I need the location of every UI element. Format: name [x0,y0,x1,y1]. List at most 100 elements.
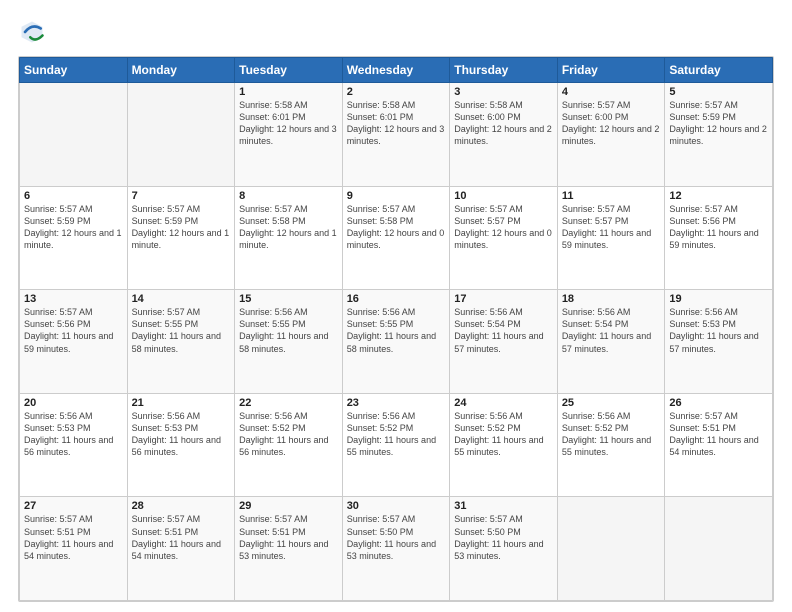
day-info: Sunrise: 5:57 AM Sunset: 5:57 PM Dayligh… [454,203,553,252]
day-number: 25 [562,397,661,409]
header-row: SundayMondayTuesdayWednesdayThursdayFrid… [20,58,773,83]
day-cell: 10Sunrise: 5:57 AM Sunset: 5:57 PM Dayli… [450,186,558,290]
col-header-sunday: Sunday [20,58,128,83]
day-number: 12 [669,190,768,202]
col-header-tuesday: Tuesday [235,58,343,83]
day-cell: 20Sunrise: 5:56 AM Sunset: 5:53 PM Dayli… [20,393,128,497]
day-number: 31 [454,500,553,512]
col-header-monday: Monday [127,58,235,83]
day-info: Sunrise: 5:57 AM Sunset: 5:58 PM Dayligh… [347,203,446,252]
col-header-friday: Friday [557,58,665,83]
day-cell: 22Sunrise: 5:56 AM Sunset: 5:52 PM Dayli… [235,393,343,497]
day-number: 15 [239,293,338,305]
day-cell: 24Sunrise: 5:56 AM Sunset: 5:52 PM Dayli… [450,393,558,497]
day-number: 8 [239,190,338,202]
day-cell [127,83,235,187]
day-info: Sunrise: 5:56 AM Sunset: 5:52 PM Dayligh… [562,410,661,459]
day-number: 27 [24,500,123,512]
day-cell: 21Sunrise: 5:56 AM Sunset: 5:53 PM Dayli… [127,393,235,497]
header [18,18,774,46]
day-info: Sunrise: 5:57 AM Sunset: 6:00 PM Dayligh… [562,99,661,148]
day-cell: 15Sunrise: 5:56 AM Sunset: 5:55 PM Dayli… [235,290,343,394]
day-cell: 17Sunrise: 5:56 AM Sunset: 5:54 PM Dayli… [450,290,558,394]
week-row-3: 13Sunrise: 5:57 AM Sunset: 5:56 PM Dayli… [20,290,773,394]
day-number: 10 [454,190,553,202]
day-number: 3 [454,86,553,98]
day-info: Sunrise: 5:57 AM Sunset: 5:51 PM Dayligh… [24,513,123,562]
day-number: 23 [347,397,446,409]
day-cell [665,497,773,601]
day-info: Sunrise: 5:56 AM Sunset: 5:52 PM Dayligh… [454,410,553,459]
day-cell: 8Sunrise: 5:57 AM Sunset: 5:58 PM Daylig… [235,186,343,290]
day-number: 17 [454,293,553,305]
day-number: 13 [24,293,123,305]
logo [18,18,50,46]
day-number: 16 [347,293,446,305]
day-number: 7 [132,190,231,202]
day-number: 30 [347,500,446,512]
week-row-1: 1Sunrise: 5:58 AM Sunset: 6:01 PM Daylig… [20,83,773,187]
day-info: Sunrise: 5:56 AM Sunset: 5:53 PM Dayligh… [132,410,231,459]
day-number: 24 [454,397,553,409]
day-cell: 28Sunrise: 5:57 AM Sunset: 5:51 PM Dayli… [127,497,235,601]
day-cell: 11Sunrise: 5:57 AM Sunset: 5:57 PM Dayli… [557,186,665,290]
day-cell: 3Sunrise: 5:58 AM Sunset: 6:00 PM Daylig… [450,83,558,187]
week-row-4: 20Sunrise: 5:56 AM Sunset: 5:53 PM Dayli… [20,393,773,497]
day-info: Sunrise: 5:56 AM Sunset: 5:55 PM Dayligh… [347,306,446,355]
day-info: Sunrise: 5:57 AM Sunset: 5:56 PM Dayligh… [24,306,123,355]
day-info: Sunrise: 5:57 AM Sunset: 5:51 PM Dayligh… [132,513,231,562]
calendar: SundayMondayTuesdayWednesdayThursdayFrid… [18,56,774,602]
day-info: Sunrise: 5:56 AM Sunset: 5:54 PM Dayligh… [454,306,553,355]
day-number: 26 [669,397,768,409]
day-cell: 4Sunrise: 5:57 AM Sunset: 6:00 PM Daylig… [557,83,665,187]
day-cell: 1Sunrise: 5:58 AM Sunset: 6:01 PM Daylig… [235,83,343,187]
day-number: 9 [347,190,446,202]
day-cell: 7Sunrise: 5:57 AM Sunset: 5:59 PM Daylig… [127,186,235,290]
day-cell: 2Sunrise: 5:58 AM Sunset: 6:01 PM Daylig… [342,83,450,187]
day-info: Sunrise: 5:58 AM Sunset: 6:01 PM Dayligh… [239,99,338,148]
day-number: 20 [24,397,123,409]
day-number: 6 [24,190,123,202]
day-cell: 25Sunrise: 5:56 AM Sunset: 5:52 PM Dayli… [557,393,665,497]
day-cell: 23Sunrise: 5:56 AM Sunset: 5:52 PM Dayli… [342,393,450,497]
day-cell [557,497,665,601]
day-info: Sunrise: 5:57 AM Sunset: 5:51 PM Dayligh… [239,513,338,562]
day-info: Sunrise: 5:57 AM Sunset: 5:51 PM Dayligh… [669,410,768,459]
day-info: Sunrise: 5:57 AM Sunset: 5:59 PM Dayligh… [669,99,768,148]
day-info: Sunrise: 5:57 AM Sunset: 5:58 PM Dayligh… [239,203,338,252]
day-info: Sunrise: 5:56 AM Sunset: 5:53 PM Dayligh… [24,410,123,459]
day-cell: 27Sunrise: 5:57 AM Sunset: 5:51 PM Dayli… [20,497,128,601]
day-cell: 30Sunrise: 5:57 AM Sunset: 5:50 PM Dayli… [342,497,450,601]
day-info: Sunrise: 5:57 AM Sunset: 5:56 PM Dayligh… [669,203,768,252]
day-info: Sunrise: 5:58 AM Sunset: 6:01 PM Dayligh… [347,99,446,148]
day-info: Sunrise: 5:57 AM Sunset: 5:57 PM Dayligh… [562,203,661,252]
day-info: Sunrise: 5:57 AM Sunset: 5:50 PM Dayligh… [454,513,553,562]
logo-icon [18,18,46,46]
day-number: 4 [562,86,661,98]
page: SundayMondayTuesdayWednesdayThursdayFrid… [0,0,792,612]
day-info: Sunrise: 5:57 AM Sunset: 5:59 PM Dayligh… [132,203,231,252]
day-info: Sunrise: 5:56 AM Sunset: 5:55 PM Dayligh… [239,306,338,355]
day-cell: 16Sunrise: 5:56 AM Sunset: 5:55 PM Dayli… [342,290,450,394]
day-info: Sunrise: 5:57 AM Sunset: 5:59 PM Dayligh… [24,203,123,252]
day-cell: 5Sunrise: 5:57 AM Sunset: 5:59 PM Daylig… [665,83,773,187]
day-cell: 12Sunrise: 5:57 AM Sunset: 5:56 PM Dayli… [665,186,773,290]
day-cell: 9Sunrise: 5:57 AM Sunset: 5:58 PM Daylig… [342,186,450,290]
day-number: 5 [669,86,768,98]
day-cell: 19Sunrise: 5:56 AM Sunset: 5:53 PM Dayli… [665,290,773,394]
col-header-saturday: Saturday [665,58,773,83]
day-number: 29 [239,500,338,512]
day-cell: 14Sunrise: 5:57 AM Sunset: 5:55 PM Dayli… [127,290,235,394]
day-info: Sunrise: 5:56 AM Sunset: 5:52 PM Dayligh… [347,410,446,459]
day-number: 22 [239,397,338,409]
day-number: 19 [669,293,768,305]
day-info: Sunrise: 5:57 AM Sunset: 5:55 PM Dayligh… [132,306,231,355]
col-header-wednesday: Wednesday [342,58,450,83]
day-info: Sunrise: 5:57 AM Sunset: 5:50 PM Dayligh… [347,513,446,562]
day-info: Sunrise: 5:56 AM Sunset: 5:53 PM Dayligh… [669,306,768,355]
day-cell [20,83,128,187]
day-number: 21 [132,397,231,409]
day-number: 11 [562,190,661,202]
day-info: Sunrise: 5:56 AM Sunset: 5:52 PM Dayligh… [239,410,338,459]
day-number: 18 [562,293,661,305]
